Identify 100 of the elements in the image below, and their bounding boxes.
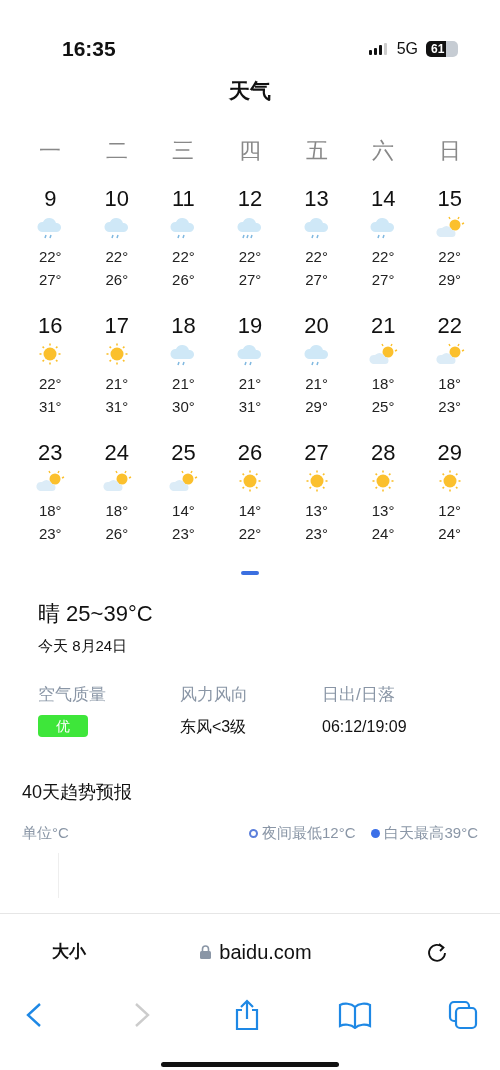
- weekday-label: 三: [171, 136, 196, 165]
- high-temperature: 26°: [172, 270, 195, 290]
- legend-label: 夜间最低12°C: [261, 823, 356, 843]
- day-number: 12: [237, 185, 263, 213]
- air-quality-badge: 优: [38, 715, 88, 737]
- day-number: 20: [304, 312, 329, 340]
- high-temperature: 27°: [38, 270, 62, 290]
- high-temperature: 29°: [438, 270, 462, 290]
- weekday-label: 五: [304, 136, 329, 165]
- lock-icon: [200, 945, 212, 959]
- weather-summary: 晴 25~39°C: [38, 600, 154, 628]
- high-temperature: 27°: [371, 270, 395, 290]
- low-temperature: 22°: [172, 247, 195, 267]
- low-temperature: 13°: [305, 501, 328, 521]
- high-temperature: 22°: [238, 524, 262, 544]
- day-number: 26: [237, 439, 263, 467]
- weekday-label: 日: [437, 136, 462, 165]
- partly-cloudy-icon: [434, 215, 465, 239]
- low-temperature: 18°: [105, 501, 129, 521]
- low-temperature: 22°: [371, 247, 395, 267]
- high-temperature: 27°: [305, 270, 328, 290]
- high-temperature: 31°: [238, 397, 262, 417]
- bookmarks-icon[interactable]: [338, 1001, 372, 1029]
- unit-label: 单位°C: [22, 823, 69, 843]
- low-temperature: 14°: [238, 501, 262, 521]
- section-title: 40天趋势预报: [22, 781, 134, 804]
- high-temperature: 23°: [38, 524, 62, 544]
- high-temperature: 26°: [105, 524, 129, 544]
- day-number: 13: [304, 185, 329, 213]
- low-temperature: 18°: [38, 501, 62, 521]
- day-number: 11: [172, 185, 195, 213]
- low-temperature: 13°: [371, 501, 395, 521]
- page-title: 天气: [228, 78, 272, 104]
- low-temperature: 18°: [371, 374, 395, 394]
- low-temperature: 18°: [438, 374, 462, 394]
- low-temperature: 12°: [438, 501, 462, 521]
- day-number: 28: [370, 439, 396, 467]
- detail-label: 日出/日落: [322, 683, 396, 706]
- high-temperature: 24°: [438, 524, 462, 544]
- low-temperature: 22°: [38, 247, 62, 267]
- detail-value: 06:12/19:09: [322, 717, 407, 737]
- text-size-button[interactable]: 大小: [52, 939, 86, 965]
- network-label: 5G: [396, 38, 418, 59]
- weekday-label: 二: [104, 136, 129, 165]
- day-number: 18: [171, 312, 196, 340]
- day-number: 27: [304, 439, 329, 467]
- status-time: 16:35: [62, 35, 116, 62]
- day-number: 24: [104, 439, 130, 467]
- low-temperature: 21°: [172, 374, 195, 394]
- day-number: 16: [38, 312, 63, 340]
- low-temperature: 21°: [305, 374, 328, 394]
- day-number: 14: [370, 185, 396, 213]
- weekday-label: 四: [238, 136, 262, 165]
- weekday-label: 六: [371, 136, 396, 165]
- today-date: 今天 8月24日: [38, 636, 129, 656]
- low-temperature: 22°: [105, 247, 129, 267]
- address-bar[interactable]: baidu.com: [219, 937, 312, 967]
- high-temperature: 27°: [238, 270, 262, 290]
- low-temperature: 14°: [172, 501, 195, 521]
- low-temperature: 21°: [105, 374, 129, 394]
- low-temperature: 22°: [305, 247, 328, 267]
- low-temperature: 22°: [238, 247, 262, 267]
- signal-icon: [368, 42, 389, 55]
- high-temperature: 25°: [371, 397, 395, 417]
- day-number: 10: [104, 185, 130, 213]
- weekday-label: 一: [38, 136, 63, 165]
- low-temperature: 21°: [238, 374, 262, 394]
- day-number: 23: [38, 439, 63, 467]
- high-temperature: 26°: [105, 270, 129, 290]
- partly-cloudy-icon: [434, 342, 465, 366]
- legend-label: 白天最高39°C: [384, 823, 478, 843]
- high-temperature: 31°: [105, 397, 129, 417]
- low-temperature: 22°: [438, 247, 462, 267]
- day-number: 22: [437, 312, 462, 340]
- battery-indicator: 61: [426, 40, 458, 57]
- high-temperature: 29°: [305, 397, 328, 417]
- detail-value: 东风<3级: [180, 717, 248, 737]
- high-temperature: 30°: [172, 397, 195, 417]
- day-number: 21: [370, 312, 396, 340]
- day-number: 15: [437, 185, 462, 213]
- low-temperature: 22°: [38, 374, 62, 394]
- day-number: 29: [437, 439, 462, 467]
- partly-cloudy-icon: [168, 469, 199, 493]
- high-temperature: 23°: [438, 397, 462, 417]
- high-temperature: 31°: [38, 397, 62, 417]
- high-temperature: 24°: [371, 524, 395, 544]
- reload-icon[interactable]: [426, 941, 448, 963]
- day-number: 17: [104, 312, 130, 340]
- day-number: 9: [44, 185, 57, 213]
- day-number: 25: [171, 439, 196, 467]
- partly-cloudy-icon: [35, 469, 66, 493]
- page-indicator: [241, 571, 259, 575]
- detail-label: 空气质量: [38, 683, 107, 706]
- day-number: 19: [237, 312, 263, 340]
- high-temperature: 23°: [172, 524, 195, 544]
- detail-label: 风力风向: [180, 683, 249, 706]
- tabs-icon[interactable]: [448, 1000, 478, 1030]
- partly-cloudy-icon: [101, 469, 132, 493]
- partly-cloudy-icon: [368, 342, 399, 366]
- high-temperature: 23°: [305, 524, 328, 544]
